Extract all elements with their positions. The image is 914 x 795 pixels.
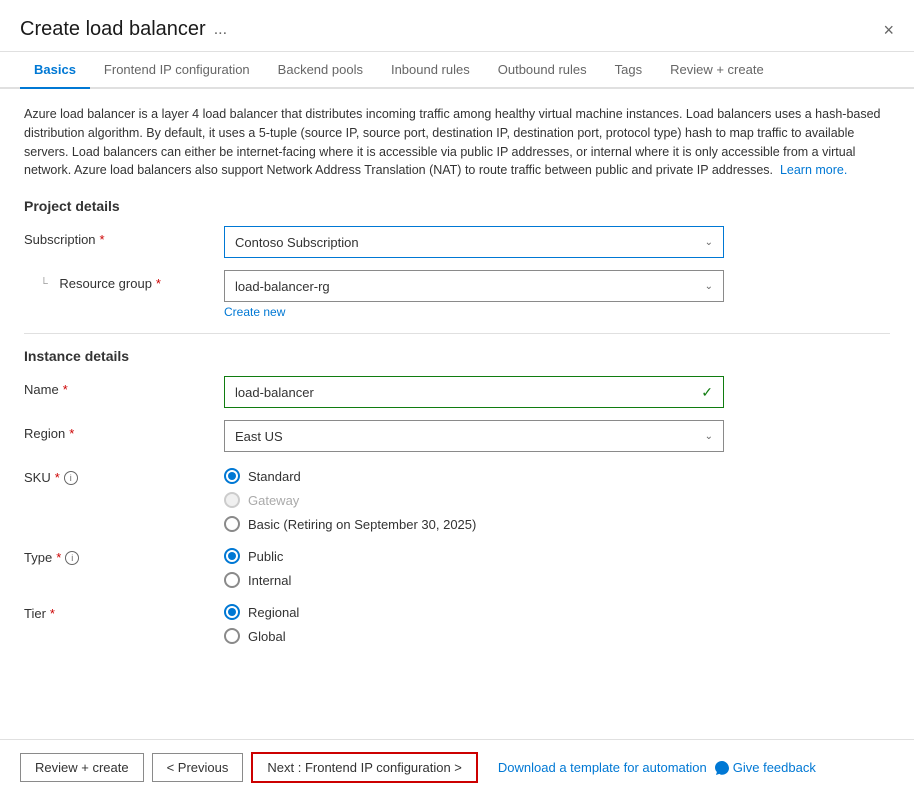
tier-global-radio[interactable] [224, 628, 240, 644]
next-button[interactable]: Next : Frontend IP configuration > [251, 752, 478, 783]
sku-basic-label: Basic (Retiring on September 30, 2025) [248, 517, 476, 532]
section-divider [24, 333, 890, 334]
subscription-value: Contoso Subscription [235, 235, 359, 250]
tier-options: Regional Global [224, 600, 724, 644]
previous-button[interactable]: < Previous [152, 753, 244, 782]
tab-frontend-ip[interactable]: Frontend IP configuration [90, 52, 264, 89]
subscription-dropdown[interactable]: Contoso Subscription ⌄ [224, 226, 724, 258]
region-required: * [69, 426, 74, 441]
region-control: East US ⌄ [224, 420, 724, 452]
type-options: Public Internal [224, 544, 724, 588]
type-label: Type * i [24, 544, 224, 565]
close-button[interactable]: × [883, 21, 894, 39]
resource-group-dropdown[interactable]: load-balancer-rg ⌄ [224, 270, 724, 302]
type-public-radio-fill [228, 552, 236, 560]
subscription-control: Contoso Subscription ⌄ [224, 226, 724, 258]
type-public-option[interactable]: Public [224, 548, 724, 564]
tab-review-create[interactable]: Review + create [656, 52, 778, 89]
name-valid-icon: ✓ [701, 384, 713, 401]
region-label: Region * [24, 420, 224, 441]
tier-regional-label: Regional [248, 605, 299, 620]
region-dropdown[interactable]: East US ⌄ [224, 420, 724, 452]
sku-standard-option[interactable]: Standard [224, 468, 724, 484]
tab-outbound-rules[interactable]: Outbound rules [484, 52, 601, 89]
sku-basic-radio[interactable] [224, 516, 240, 532]
sku-basic-option[interactable]: Basic (Retiring on September 30, 2025) [224, 516, 724, 532]
resource-group-required: * [156, 276, 161, 291]
type-internal-radio[interactable] [224, 572, 240, 588]
subscription-chevron-icon: ⌄ [705, 237, 713, 248]
sku-standard-radio-fill [228, 472, 236, 480]
sku-options: Standard Gateway Basic (Retiring on Sept… [224, 464, 724, 532]
resource-group-chevron-icon: ⌄ [705, 281, 713, 292]
create-new-link[interactable]: Create new [224, 305, 285, 319]
tier-regional-radio-fill [228, 608, 236, 616]
resource-group-row: └ Resource group * load-balancer-rg ⌄ Cr… [24, 270, 890, 319]
sku-standard-label: Standard [248, 469, 301, 484]
footer-bar: Review + create < Previous Next : Fronte… [0, 739, 914, 795]
name-input[interactable]: load-balancer ✓ [224, 376, 724, 408]
tab-tags[interactable]: Tags [601, 52, 656, 89]
instance-details-heading: Instance details [24, 348, 890, 364]
type-public-radio[interactable] [224, 548, 240, 564]
sku-gateway-option[interactable]: Gateway [224, 492, 724, 508]
give-feedback-link[interactable]: Give feedback [715, 760, 816, 775]
name-row: Name * load-balancer ✓ [24, 376, 890, 408]
type-internal-option[interactable]: Internal [224, 572, 724, 588]
resource-group-label: └ Resource group * [24, 270, 224, 291]
tier-regional-option[interactable]: Regional [224, 604, 724, 620]
type-row: Type * i Public Internal [24, 544, 890, 588]
type-public-label: Public [248, 549, 283, 564]
region-value: East US [235, 429, 283, 444]
tab-backend-pools[interactable]: Backend pools [264, 52, 377, 89]
region-chevron-icon: ⌄ [705, 431, 713, 442]
name-label: Name * [24, 376, 224, 397]
sku-gateway-label: Gateway [248, 493, 299, 508]
region-row: Region * East US ⌄ [24, 420, 890, 452]
tab-basics[interactable]: Basics [20, 52, 90, 89]
sku-row: SKU * i Standard Gateway Basic (Retiri [24, 464, 890, 532]
main-content: Azure load balancer is a layer 4 load ba… [0, 89, 914, 672]
subscription-label: Subscription * [24, 226, 224, 247]
tier-row: Tier * Regional Global [24, 600, 890, 644]
tier-global-option[interactable]: Global [224, 628, 724, 644]
resource-group-control: load-balancer-rg ⌄ Create new [224, 270, 724, 319]
learn-more-link[interactable]: Learn more. [780, 163, 847, 177]
sku-required: * [55, 470, 60, 485]
tier-regional-radio[interactable] [224, 604, 240, 620]
subscription-row: Subscription * Contoso Subscription ⌄ [24, 226, 890, 258]
subscription-required: * [100, 232, 105, 247]
tier-global-label: Global [248, 629, 286, 644]
type-internal-label: Internal [248, 573, 291, 588]
title-bar: Create load balancer ... × [0, 0, 914, 52]
sku-gateway-radio[interactable] [224, 492, 240, 508]
tier-required: * [50, 606, 55, 621]
name-control: load-balancer ✓ [224, 376, 724, 408]
name-value: load-balancer [235, 385, 314, 400]
type-info-icon[interactable]: i [65, 551, 79, 565]
title-ellipsis: ... [214, 21, 227, 39]
type-required: * [56, 550, 61, 565]
tab-bar: Basics Frontend IP configuration Backend… [0, 52, 914, 89]
sku-info-icon[interactable]: i [64, 471, 78, 485]
review-create-button[interactable]: Review + create [20, 753, 144, 782]
project-details-heading: Project details [24, 198, 890, 214]
download-template-link[interactable]: Download a template for automation [498, 760, 707, 775]
description-text: Azure load balancer is a layer 4 load ba… [24, 105, 890, 180]
name-required: * [63, 382, 68, 397]
tab-inbound-rules[interactable]: Inbound rules [377, 52, 484, 89]
resource-group-value: load-balancer-rg [235, 279, 330, 294]
page-title: Create load balancer [20, 18, 206, 41]
sku-standard-radio[interactable] [224, 468, 240, 484]
feedback-icon [715, 761, 729, 775]
tier-label: Tier * [24, 600, 224, 621]
sku-label: SKU * i [24, 464, 224, 485]
create-load-balancer-window: Create load balancer ... × Basics Fronte… [0, 0, 914, 795]
